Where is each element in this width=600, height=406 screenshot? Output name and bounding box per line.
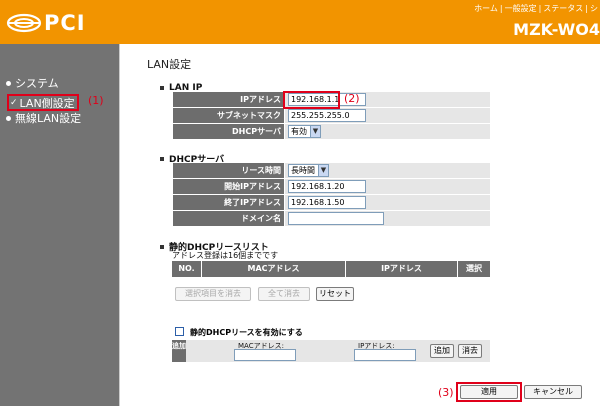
form-row: ドメイン名: [172, 210, 491, 227]
check-icon: ✓: [10, 97, 18, 108]
subnet-mask-input[interactable]: 255.255.255.0: [288, 109, 366, 122]
highlight-box-2: [283, 91, 340, 109]
bullet-icon: [6, 115, 11, 121]
bullet-icon: [160, 156, 164, 161]
page-title: LAN設定: [147, 58, 192, 71]
cancel-button[interactable]: キャンセル: [524, 385, 582, 399]
subnet-mask-label: サブネットマスク: [172, 107, 285, 124]
form-row: サブネットマスク 255.255.255.0: [172, 107, 491, 124]
sidebar: システム ✓ LAN側設定 無線LAN設定 (1): [0, 44, 119, 406]
add-button[interactable]: 追加: [430, 344, 454, 358]
clear-button[interactable]: 消去: [458, 344, 482, 358]
column-header-no: NO.: [172, 261, 202, 277]
mac-address-input[interactable]: [234, 349, 296, 361]
enable-static-dhcp-checkbox[interactable]: [175, 327, 184, 336]
bullet-icon: [160, 86, 164, 90]
start-ip-label: 開始IPアドレス: [172, 178, 285, 195]
annotation-1: (1): [88, 94, 104, 107]
select-value: 長時間: [291, 166, 315, 175]
form-value-cell: 長時間 ▼: [284, 162, 491, 179]
chevron-down-icon: ▼: [318, 165, 328, 176]
form-value-cell: 192.168.1.20: [284, 178, 491, 195]
start-ip-input[interactable]: 192.168.1.20: [288, 180, 366, 193]
add-entry-label: 追加: [172, 340, 186, 362]
delete-all-button[interactable]: 全て消去: [258, 287, 310, 301]
column-header-mac: MACアドレス: [202, 261, 346, 277]
form-row: リース時間 長時間 ▼: [172, 162, 491, 179]
static-list-header: NO. MACアドレス IPアドレス 選択: [172, 261, 490, 277]
form-value-cell: 有効 ▼: [284, 123, 491, 140]
main-content: LAN設定 LAN IP IPアドレス 192.168.1.1 サブネットマスク…: [120, 44, 600, 406]
bullet-icon: [6, 80, 11, 86]
end-ip-label: 終了IPアドレス: [172, 194, 285, 211]
dhcp-table: リース時間 長時間 ▼ 開始IPアドレス 192.168.1.20 終了IPアドレ…: [172, 162, 491, 227]
form-value-cell: 255.255.255.0: [284, 107, 491, 124]
top-navigation: ホーム | 一般設定 | ステータス | シ: [472, 4, 600, 13]
bullet-icon: [160, 244, 164, 249]
apply-button[interactable]: 適用: [460, 385, 518, 399]
domain-name-input[interactable]: [288, 212, 384, 225]
enable-static-dhcp-label: 静的DHCPリースを有効にする: [190, 328, 303, 337]
sidebar-item-label: LAN側設定: [19, 96, 75, 110]
sidebar-item-label: 無線LAN設定: [15, 112, 82, 125]
sidebar-item-wireless[interactable]: 無線LAN設定: [6, 110, 81, 126]
select-value: 有効: [291, 127, 307, 136]
column-header-select: 選択: [466, 264, 482, 273]
nav-link-general[interactable]: 一般設定: [503, 4, 539, 13]
form-value-cell: [284, 210, 491, 227]
domain-name-label: ドメイン名: [172, 210, 285, 227]
nav-link-system[interactable]: シ: [588, 4, 600, 13]
sidebar-item-label: システム: [15, 77, 59, 90]
chevron-down-icon: ▼: [310, 126, 320, 137]
reset-button[interactable]: リセット: [316, 287, 354, 301]
sidebar-item-system[interactable]: システム: [6, 75, 59, 91]
dhcp-server-label: DHCPサーバ: [172, 123, 285, 140]
annotation-2: (2): [344, 92, 360, 105]
logo-mark-icon: [6, 13, 42, 33]
annotation-3: (3): [438, 386, 454, 399]
delete-selected-button[interactable]: 選択項目を消去: [175, 287, 251, 301]
static-list-note: アドレス登録は16個までです: [172, 251, 279, 260]
form-row: 終了IPアドレス 192.168.1.50: [172, 194, 491, 211]
column-header-ip: IPアドレス: [346, 261, 458, 277]
dhcp-server-select[interactable]: 有効 ▼: [288, 125, 321, 138]
logo[interactable]: PCI: [6, 9, 86, 37]
logo-text: PCI: [44, 11, 86, 35]
form-row: DHCPサーバ 有効 ▼: [172, 123, 491, 140]
ip-address-label: IPアドレス: [172, 91, 285, 108]
lease-time-select[interactable]: 長時間 ▼: [288, 164, 329, 177]
sidebar-item-lan[interactable]: ✓ LAN側設定: [7, 94, 79, 111]
form-row: 開始IPアドレス 192.168.1.20: [172, 178, 491, 195]
static-ip-address-input[interactable]: [354, 349, 416, 361]
header-bar: PCI ホーム | 一般設定 | ステータス | シ MZK-WO4: [0, 0, 600, 44]
lease-time-label: リース時間: [172, 162, 285, 179]
nav-link-home[interactable]: ホーム: [472, 4, 500, 13]
form-value-cell: 192.168.1.50: [284, 194, 491, 211]
nav-link-status[interactable]: ステータス: [541, 4, 585, 13]
end-ip-input[interactable]: 192.168.1.50: [288, 196, 366, 209]
add-entry-panel: 追加 MACアドレス: IPアドレス: 追加 消去: [172, 340, 490, 362]
product-name: MZK-WO4: [513, 20, 600, 39]
